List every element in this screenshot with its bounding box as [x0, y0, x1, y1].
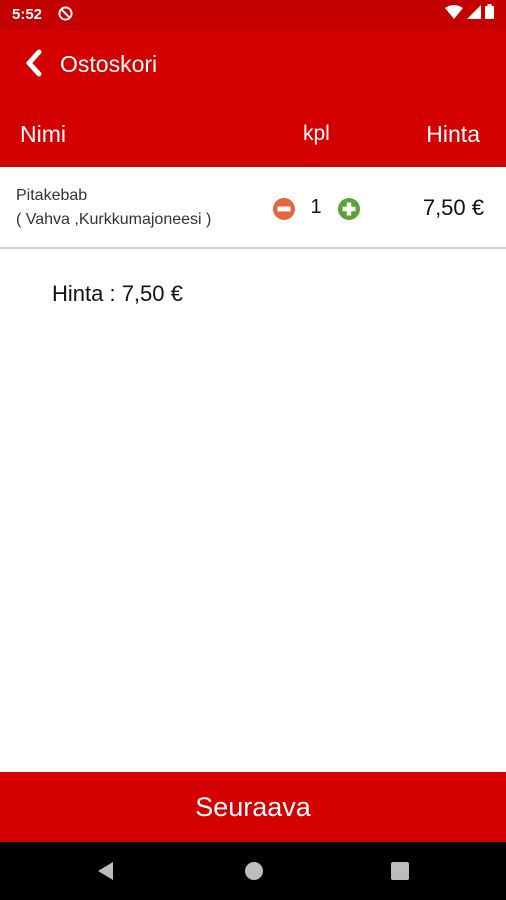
item-quantity: 1 — [310, 196, 322, 218]
nav-recents-icon[interactable] — [388, 859, 412, 883]
item-name: Pitakebab — [16, 187, 88, 204]
cart-column-header: Nimi kpl Hinta — [0, 100, 506, 167]
back-button[interactable] — [18, 48, 48, 82]
chevron-left-icon — [24, 49, 42, 82]
battery-icon — [485, 4, 494, 24]
column-name-header: Nimi — [20, 121, 66, 147]
status-icons — [445, 4, 494, 24]
total-price: Hinta : 7,50 € — [52, 281, 183, 306]
signal-icon — [467, 4, 481, 24]
increase-quantity-button[interactable] — [337, 197, 361, 221]
column-quantity-header: kpl — [303, 122, 330, 145]
decrease-quantity-button[interactable] — [272, 197, 296, 221]
page-title: Ostoskori — [60, 51, 158, 77]
item-price: 7,50 € — [422, 195, 484, 220]
cart-screen: 5:52 Ostoskori Nimi kpl Hinta Pitakebab … — [0, 0, 506, 900]
nav-back-icon[interactable] — [94, 859, 118, 883]
system-nav-bar — [0, 842, 506, 900]
plus-circle-icon — [338, 198, 360, 220]
cart-item-row: Pitakebab ( Vahva ,Kurkkumajoneesi ) 1 7… — [0, 167, 506, 249]
do-not-disturb-icon — [58, 6, 73, 21]
next-button[interactable]: Seuraava — [0, 772, 506, 842]
wifi-icon — [445, 4, 463, 24]
column-price-header: Hinta — [426, 121, 480, 147]
status-bar: 5:52 — [0, 0, 506, 30]
nav-home-icon[interactable] — [242, 859, 266, 883]
minus-circle-icon — [273, 198, 295, 220]
app-bar: Ostoskori — [0, 30, 506, 100]
item-options: ( Vahva ,Kurkkumajoneesi ) — [16, 211, 212, 228]
status-time: 5:52 — [12, 6, 43, 23]
